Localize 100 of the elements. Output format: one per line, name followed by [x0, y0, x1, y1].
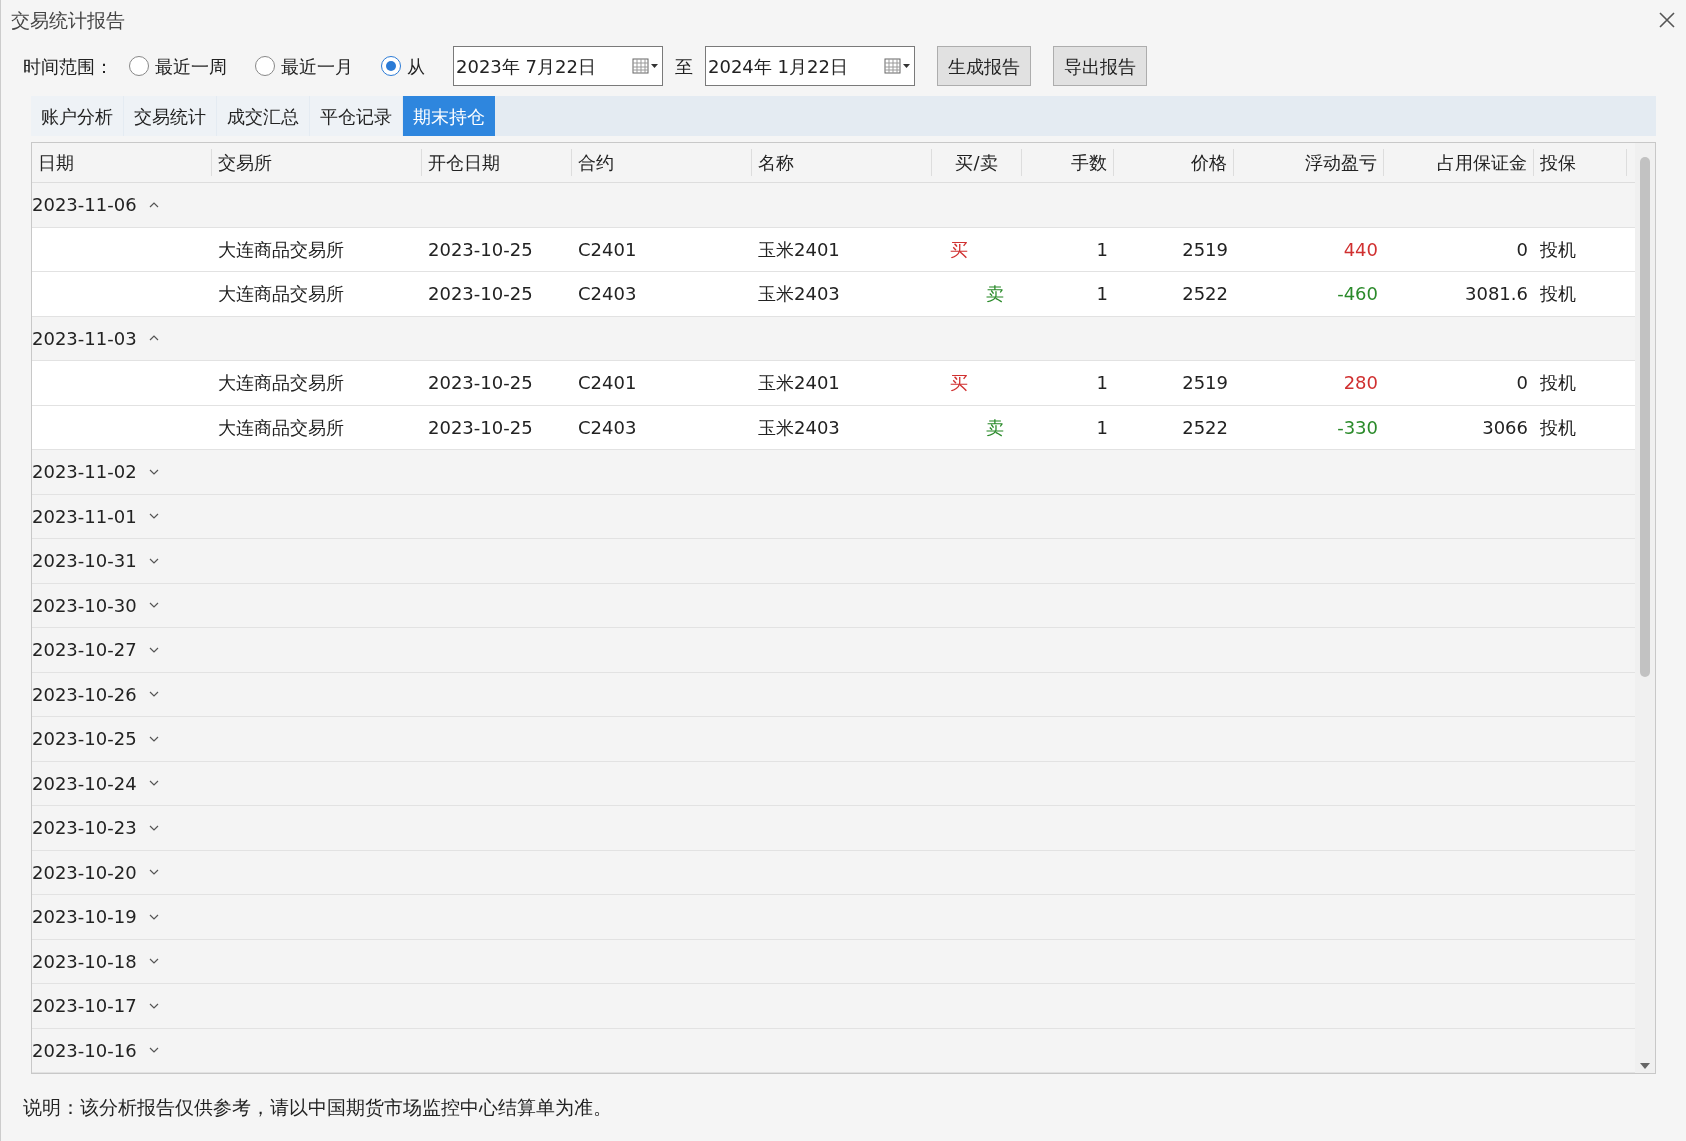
group-date[interactable]: 2023-11-02: [32, 458, 137, 486]
chevron-down-icon[interactable]: [148, 691, 159, 698]
column-header[interactable]: 买/卖: [932, 149, 1022, 176]
calendar-dropdown-icon: [884, 57, 912, 75]
chevron-up-icon[interactable]: [148, 335, 159, 342]
window-title: 交易统计报告: [11, 7, 125, 33]
calendar-dropdown-icon: [632, 57, 660, 75]
radio-label[interactable]: 最近一月: [281, 52, 353, 80]
table-cell: 2519: [1182, 238, 1228, 260]
table-cell: C2403: [578, 283, 637, 305]
chevron-down-icon[interactable]: [148, 1002, 159, 1009]
table-cell: 卖: [986, 416, 1004, 438]
report-button[interactable]: 生成报告: [937, 46, 1031, 86]
chevron-down-icon[interactable]: [148, 869, 159, 876]
report-button[interactable]: 导出报告: [1053, 46, 1147, 86]
close-icon[interactable]: [1658, 11, 1676, 29]
column-header[interactable]: 占用保证金: [1384, 149, 1534, 176]
scrollbar[interactable]: [1635, 143, 1655, 1073]
table-cell: 大连商品交易所: [218, 283, 344, 305]
date-picker[interactable]: 2024年 1月22日: [705, 46, 915, 86]
group-date[interactable]: 2023-10-31: [32, 547, 137, 575]
table-cell: -460: [1337, 283, 1378, 305]
chevron-down-icon[interactable]: [148, 913, 159, 920]
scroll-down-icon[interactable]: [1640, 1063, 1650, 1069]
chevron-down-icon[interactable]: [148, 468, 159, 475]
date-picker[interactable]: 2023年 7月22日: [453, 46, 663, 86]
radio-button[interactable]: [381, 56, 401, 76]
tab[interactable]: 期末持仓: [403, 96, 495, 136]
table-cell: 大连商品交易所: [218, 372, 344, 394]
tab[interactable]: 成交汇总: [217, 96, 309, 136]
table-cell: 3066: [1482, 416, 1528, 438]
group-date[interactable]: 2023-10-26: [32, 680, 137, 708]
table-cell: 1: [1096, 238, 1108, 260]
column-header[interactable]: 手数: [1022, 149, 1114, 176]
table-cell: 2522: [1182, 283, 1228, 305]
table-cell: C2403: [578, 416, 637, 438]
table-cell: 大连商品交易所: [218, 416, 344, 438]
group-date[interactable]: 2023-10-23: [32, 814, 137, 842]
range-label: 时间范围：: [23, 54, 113, 79]
group-date[interactable]: 2023-11-06: [32, 191, 137, 219]
table-cell: 玉米2401: [758, 238, 840, 260]
tab[interactable]: 平仓记录: [310, 96, 402, 136]
radio-button[interactable]: [129, 56, 149, 76]
table-cell: 0: [1516, 238, 1528, 260]
table-cell: 买: [950, 238, 968, 260]
table-cell: C2401: [578, 372, 637, 394]
group-date[interactable]: 2023-10-16: [32, 1036, 137, 1064]
column-header[interactable]: 开仓日期: [422, 149, 572, 176]
table-cell: 玉米2401: [758, 372, 840, 394]
group-date[interactable]: 2023-10-20: [32, 858, 137, 886]
group-date[interactable]: 2023-10-19: [32, 903, 137, 931]
tab[interactable]: 账户分析: [31, 96, 123, 136]
table-cell: C2401: [578, 238, 637, 260]
chevron-down-icon[interactable]: [148, 780, 159, 787]
column-header[interactable]: 名称: [752, 149, 932, 176]
group-date[interactable]: 2023-10-25: [32, 725, 137, 753]
table-cell: 1: [1096, 372, 1108, 394]
chevron-up-icon[interactable]: [148, 201, 159, 208]
table-cell: 0: [1516, 372, 1528, 394]
group-date[interactable]: 2023-11-01: [32, 502, 137, 530]
chevron-down-icon[interactable]: [148, 824, 159, 831]
chevron-down-icon[interactable]: [148, 557, 159, 564]
group-date[interactable]: 2023-11-03: [32, 324, 137, 352]
chevron-down-icon[interactable]: [148, 646, 159, 653]
chevron-down-icon[interactable]: [148, 735, 159, 742]
group-date[interactable]: 2023-10-18: [32, 947, 137, 975]
tab[interactable]: 交易统计: [124, 96, 216, 136]
table-cell: 440: [1343, 238, 1378, 260]
table-cell: 2519: [1182, 372, 1228, 394]
column-header[interactable]: 价格: [1114, 149, 1234, 176]
table-cell: 投机: [1540, 283, 1576, 305]
chevron-down-icon[interactable]: [148, 513, 159, 520]
table-cell: 玉米2403: [758, 283, 840, 305]
chevron-down-icon[interactable]: [148, 958, 159, 965]
to-label: 至: [675, 54, 693, 79]
column-header[interactable]: 投保: [1534, 149, 1627, 176]
radio-label[interactable]: 从: [407, 52, 425, 80]
table-cell: 卖: [986, 283, 1004, 305]
column-header[interactable]: 合约: [572, 149, 752, 176]
chevron-down-icon[interactable]: [148, 602, 159, 609]
table-cell: 投机: [1540, 416, 1576, 438]
group-date[interactable]: 2023-10-30: [32, 591, 137, 619]
table-cell: 2522: [1182, 416, 1228, 438]
group-date[interactable]: 2023-10-17: [32, 992, 137, 1020]
table-cell: 大连商品交易所: [218, 238, 344, 260]
table-cell: 280: [1343, 372, 1378, 394]
table-cell: 投机: [1540, 238, 1576, 260]
radio-label[interactable]: 最近一周: [155, 52, 227, 80]
column-header[interactable]: 交易所: [212, 149, 422, 176]
column-header[interactable]: 浮动盈亏: [1234, 149, 1384, 176]
table-cell: 2023-10-25: [428, 283, 533, 305]
radio-button[interactable]: [255, 56, 275, 76]
table-cell: 投机: [1540, 372, 1576, 394]
group-date[interactable]: 2023-10-24: [32, 769, 137, 797]
table-cell: 买: [950, 372, 968, 394]
table-cell: 1: [1096, 283, 1108, 305]
chevron-down-icon[interactable]: [148, 1047, 159, 1054]
table-cell: 2023-10-25: [428, 416, 533, 438]
group-date[interactable]: 2023-10-27: [32, 636, 137, 664]
column-header[interactable]: 日期: [32, 149, 212, 176]
